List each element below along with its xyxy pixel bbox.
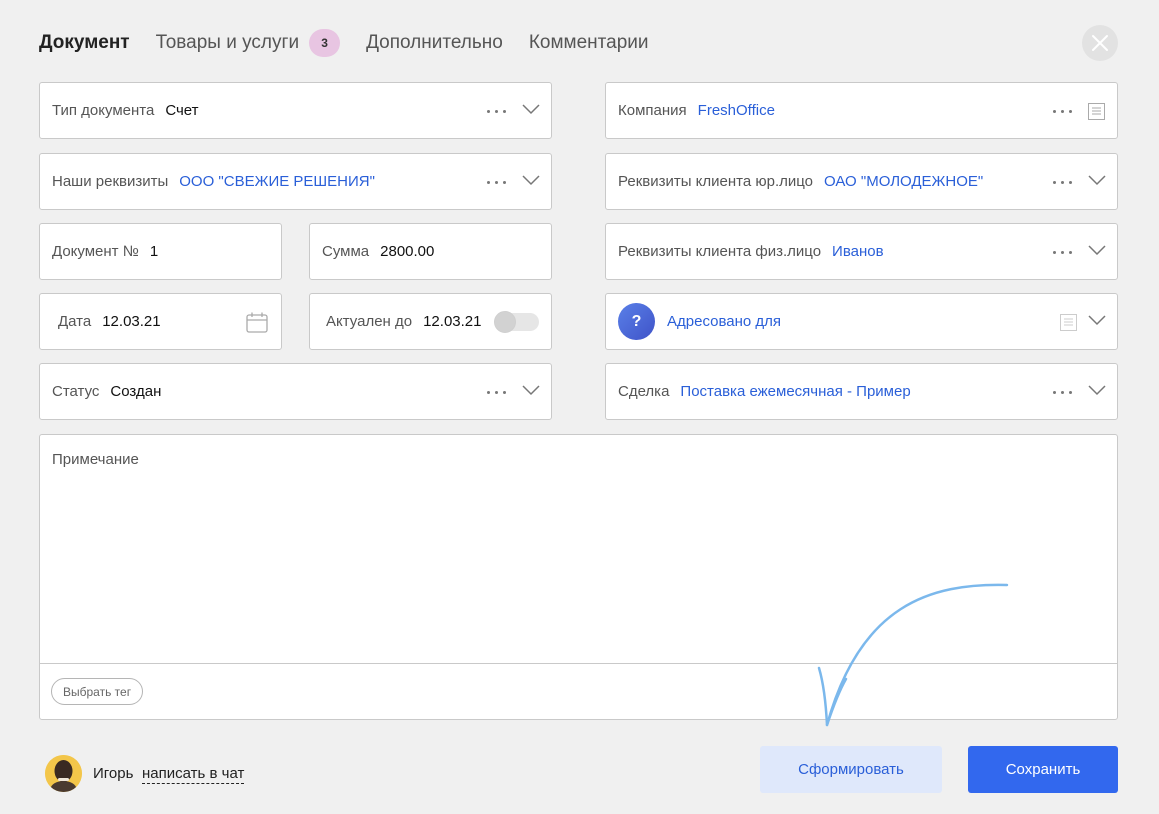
tab-document-label: Документ — [39, 32, 130, 53]
question-icon[interactable]: ? — [618, 303, 655, 340]
doc-number-value: 1 — [149, 243, 159, 260]
note-label: Примечание — [52, 451, 139, 468]
deal-value[interactable]: Поставка ежемесячная - Пример — [680, 383, 910, 400]
valid-until-value: 12.03.21 — [423, 313, 482, 330]
company-field[interactable]: Компания FreshOffice — [605, 82, 1118, 139]
chevron-down-icon[interactable] — [1088, 314, 1106, 326]
deal-field[interactable]: Сделка Поставка ежемесячная - Пример — [605, 363, 1118, 420]
deal-label: Сделка — [618, 383, 670, 400]
tab-additional[interactable]: Дополнительно — [366, 32, 503, 54]
select-tag-button[interactable]: Выбрать тег — [51, 678, 144, 705]
document-icon[interactable] — [1088, 103, 1105, 120]
chevron-down-icon[interactable] — [522, 384, 540, 396]
chevron-down-icon[interactable] — [522, 174, 540, 186]
generate-button[interactable]: Сформировать — [760, 746, 942, 793]
chevron-down-icon[interactable] — [1088, 174, 1106, 186]
status-field[interactable]: Статус Создан — [39, 363, 552, 420]
valid-until-field[interactable]: Актуален до 12.03.21 — [309, 293, 552, 350]
status-value: Создан — [110, 383, 162, 400]
more-dots-icon[interactable] — [1053, 391, 1072, 394]
client-legal-field[interactable]: Реквизиты клиента юр.лицо ОАО "МОЛОДЕЖНО… — [605, 153, 1118, 210]
our-details-label: Наши реквизиты — [52, 173, 169, 190]
valid-until-label: Актуален до — [326, 313, 413, 330]
doc-type-field[interactable]: Тип документа Счет — [39, 82, 552, 139]
note-area[interactable]: Примечание Выбрать тег — [39, 434, 1118, 720]
user-avatar-icon — [45, 755, 82, 792]
doc-number-field[interactable]: Документ № 1 — [39, 223, 282, 280]
client-legal-value[interactable]: ОАО "МОЛОДЕЖНОЕ" — [824, 173, 983, 190]
doc-type-value: Счет — [165, 102, 199, 119]
client-person-field[interactable]: Реквизиты клиента физ.лицо Иванов — [605, 223, 1118, 280]
more-dots-icon[interactable] — [1053, 181, 1072, 184]
client-legal-label: Реквизиты клиента юр.лицо — [618, 173, 814, 190]
user-name: Игорь — [93, 765, 134, 782]
status-label: Статус — [52, 383, 100, 400]
chevron-down-icon[interactable] — [1088, 384, 1106, 396]
more-dots-icon[interactable] — [1053, 251, 1072, 254]
chat-link[interactable]: написать в чат — [142, 765, 245, 784]
date-field[interactable]: Дата 12.03.21 — [39, 293, 282, 350]
tab-additional-label: Дополнительно — [366, 32, 503, 53]
client-person-value[interactable]: Иванов — [832, 243, 884, 260]
more-dots-icon[interactable] — [487, 391, 506, 394]
our-details-field[interactable]: Наши реквизиты ООО "СВЕЖИЕ РЕШЕНИЯ" — [39, 153, 552, 210]
close-button[interactable] — [1082, 25, 1118, 61]
calendar-icon[interactable] — [246, 312, 268, 333]
tab-comments[interactable]: Комментарии — [529, 32, 649, 54]
chevron-down-icon[interactable] — [522, 103, 540, 115]
sum-field[interactable]: Сумма 2800.00 — [309, 223, 552, 280]
our-details-value[interactable]: ООО "СВЕЖИЕ РЕШЕНИЯ" — [179, 173, 375, 190]
note-divider — [40, 663, 1117, 664]
save-button[interactable]: Сохранить — [968, 746, 1118, 793]
date-value: 12.03.21 — [102, 313, 161, 330]
avatar[interactable] — [45, 755, 82, 792]
date-label: Дата — [58, 313, 92, 330]
company-value[interactable]: FreshOffice — [698, 102, 775, 119]
more-dots-icon[interactable] — [487, 110, 506, 113]
chevron-down-icon[interactable] — [1088, 244, 1106, 256]
addressed-to-field[interactable]: ? Адресовано для — [605, 293, 1118, 350]
client-person-label: Реквизиты клиента физ.лицо — [618, 243, 822, 260]
goods-count-badge: 3 — [309, 29, 341, 57]
sum-label: Сумма — [322, 243, 370, 260]
sum-value: 2800.00 — [380, 243, 435, 260]
tab-document[interactable]: Документ — [39, 32, 130, 54]
toggle-knob — [494, 311, 516, 333]
valid-until-toggle[interactable] — [494, 311, 539, 333]
close-icon — [1092, 35, 1108, 51]
addressed-to-value[interactable]: Адресовано для — [667, 313, 781, 330]
tab-goods-services[interactable]: Товары и услуги 3 — [155, 29, 341, 57]
doc-number-label: Документ № — [52, 243, 139, 260]
tab-bar: Документ Товары и услуги 3 Дополнительно… — [39, 29, 674, 57]
document-icon[interactable] — [1060, 314, 1077, 331]
tab-goods-services-label: Товары и услуги — [155, 32, 300, 53]
tab-comments-label: Комментарии — [528, 32, 649, 53]
company-label: Компания — [618, 102, 687, 119]
doc-type-label: Тип документа — [52, 102, 155, 119]
more-dots-icon[interactable] — [487, 181, 506, 184]
more-dots-icon[interactable] — [1053, 110, 1072, 113]
